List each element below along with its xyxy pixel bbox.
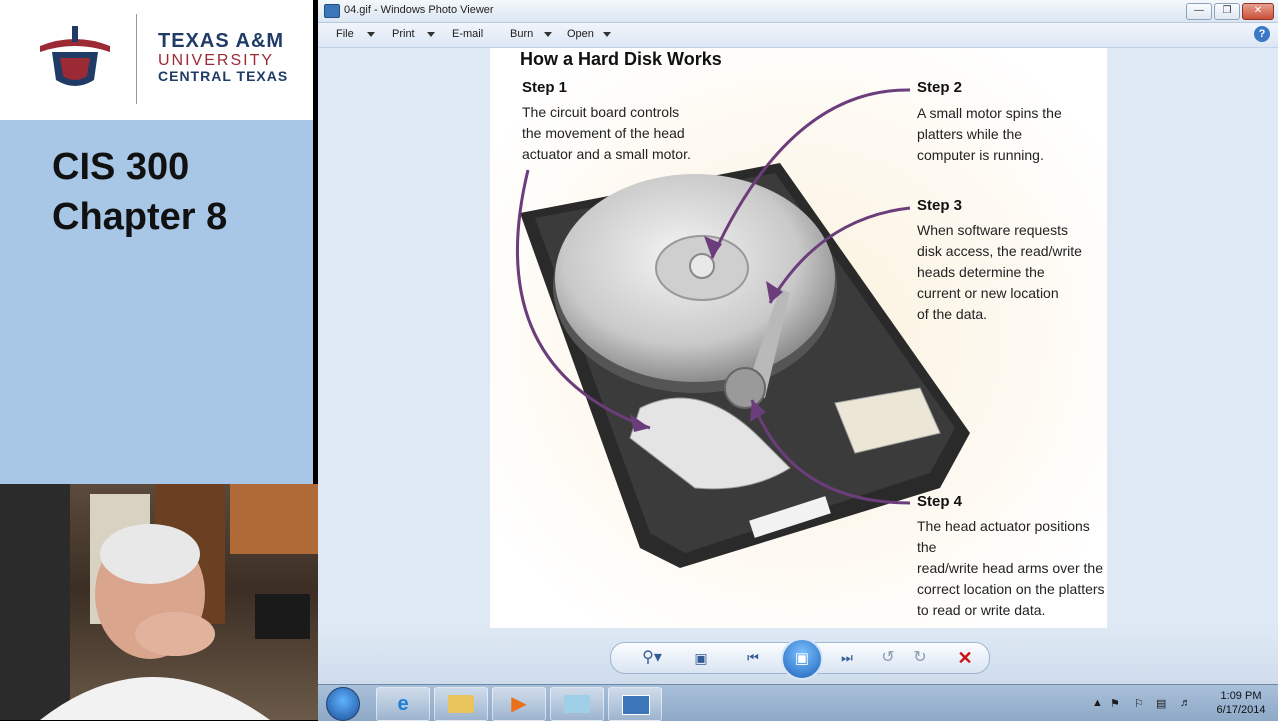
show-hidden-icons-icon[interactable]: ▲	[1092, 697, 1103, 709]
system-tray: ▲ ⚑ ⚐ ▤ ♬ 1:09 PM 6/17/2014	[1088, 689, 1278, 717]
step-3-line: disk access, the read/write	[917, 243, 1082, 259]
menu-file[interactable]: File	[336, 28, 354, 40]
next-icon[interactable]: ⏭	[829, 645, 865, 671]
step-1-line: The circuit board controls	[522, 104, 680, 120]
slide-title-area: CIS 300 Chapter 8	[0, 120, 313, 484]
taskbar-app[interactable]	[550, 687, 604, 721]
step-4-line: to read or write data.	[917, 602, 1046, 618]
volume-icon[interactable]: ♬	[1180, 697, 1191, 709]
maximize-button[interactable]: ❐	[1214, 3, 1240, 20]
rotate-clockwise-icon[interactable]: ↻	[907, 645, 933, 671]
close-button[interactable]: ✕	[1242, 3, 1274, 20]
photo-viewer-window: 04.gif - Windows Photo Viewer — ❐ ✕ File…	[318, 0, 1278, 684]
menu-print[interactable]: Print	[392, 28, 415, 40]
folder-icon	[448, 695, 474, 713]
lecture-panel: TEXAS A&M UNIVERSITY CENTRAL TEXAS CIS 3…	[0, 0, 318, 720]
menu-bar: File Print E-mail Burn Open ?	[318, 23, 1278, 48]
taskbar: e ▶ ▲ ⚑ ⚐ ▤ ♬ 1:09 PM 6/17/2014	[318, 684, 1278, 721]
viewer-controls-bar: ⚲▾ ▣ ⏮ ▣ ⏭ ↺ ↻ ✕	[318, 628, 1278, 684]
minimize-button[interactable]: —	[1186, 3, 1212, 20]
security-icon[interactable]: ⚑	[1110, 697, 1120, 710]
step-3-text: When software requests disk access, the …	[917, 220, 1082, 325]
app-icon	[564, 695, 590, 713]
chevron-down-icon[interactable]	[427, 32, 435, 37]
step-4-heading: Step 4	[917, 493, 963, 510]
window-title: 04.gif - Windows Photo Viewer	[344, 4, 494, 16]
hard-disk-figure: How a Hard Disk Works Step 1 The circuit…	[490, 48, 1107, 628]
step-4-line: The head actuator positions the	[917, 518, 1090, 555]
taskbar-media-player[interactable]: ▶	[492, 687, 546, 721]
zoom-icon[interactable]: ⚲▾	[635, 645, 669, 671]
step-2-line: computer is running.	[917, 147, 1044, 163]
start-button[interactable]	[326, 687, 360, 721]
logo-divider	[136, 14, 137, 104]
course-title: CIS 300	[52, 146, 190, 188]
step-3-line: current or new location	[917, 285, 1059, 301]
internet-explorer-icon: e	[397, 693, 409, 715]
figure-title: How a Hard Disk Works	[520, 49, 722, 69]
actual-size-icon[interactable]: ▣	[687, 645, 715, 671]
step-1-heading: Step 1	[522, 79, 568, 96]
step-3-line: When software requests	[917, 222, 1068, 238]
menu-email[interactable]: E-mail	[452, 28, 483, 40]
playback-controls: ⚲▾ ▣ ⏮ ▣ ⏭ ↺ ↻ ✕	[610, 638, 990, 680]
step-4-line: read/write head arms over the	[917, 560, 1103, 576]
clock-date[interactable]: 6/17/2014	[1206, 704, 1276, 716]
presenter-video-icon	[0, 484, 318, 720]
previous-icon[interactable]: ⏮	[735, 645, 771, 671]
chevron-down-icon[interactable]	[544, 32, 552, 37]
chevron-down-icon[interactable]	[367, 32, 375, 37]
taskbar-file-explorer[interactable]	[434, 687, 488, 721]
step-2-text: A small motor spins the platters while t…	[917, 103, 1062, 166]
university-logo: TEXAS A&M UNIVERSITY CENTRAL TEXAS	[0, 0, 313, 120]
chapter-title: Chapter 8	[52, 196, 228, 238]
logo-text-line3: CENTRAL TEXAS	[158, 68, 289, 84]
photo-viewer-icon	[324, 4, 340, 18]
taskbar-internet-explorer[interactable]: e	[376, 687, 430, 721]
delete-icon[interactable]: ✕	[951, 645, 979, 671]
flag-icon[interactable]: ⚐	[1134, 697, 1144, 710]
photo-viewer-icon	[622, 695, 650, 715]
network-icon[interactable]: ▤	[1156, 697, 1166, 710]
rotate-counterclockwise-icon[interactable]: ↺	[875, 645, 901, 671]
webcam-feed	[0, 484, 318, 720]
media-player-icon: ▶	[511, 693, 527, 715]
step-3-line: of the data.	[917, 306, 988, 322]
slideshow-button[interactable]: ▣	[781, 638, 823, 680]
step-1-text: The circuit board controls the movement …	[522, 102, 691, 165]
step-4-line: correct location on the platters	[917, 581, 1105, 597]
step-3-line: heads determine the	[917, 264, 1045, 280]
step-3-heading: Step 3	[917, 197, 963, 214]
image-display-area: How a Hard Disk Works Step 1 The circuit…	[318, 48, 1278, 628]
title-bar[interactable]: 04.gif - Windows Photo Viewer — ❐ ✕	[318, 0, 1278, 23]
step-2-heading: Step 2	[917, 79, 963, 96]
menu-open[interactable]: Open	[567, 28, 594, 40]
step-4-text: The head actuator positions the read/wri…	[917, 516, 1107, 621]
logo-text-line1: TEXAS A&M	[158, 30, 285, 52]
help-icon[interactable]: ?	[1254, 26, 1270, 42]
step-2-line: platters while the	[917, 126, 1023, 142]
clock-time[interactable]: 1:09 PM	[1206, 690, 1276, 702]
menu-burn[interactable]: Burn	[510, 28, 533, 40]
step-1-line: the movement of the head	[522, 125, 685, 141]
chevron-down-icon[interactable]	[603, 32, 611, 37]
step-2-line: A small motor spins the	[917, 105, 1062, 121]
university-seal-icon	[40, 26, 110, 86]
taskbar-photo-viewer[interactable]	[608, 687, 662, 721]
step-1-line: actuator and a small motor.	[522, 146, 691, 162]
